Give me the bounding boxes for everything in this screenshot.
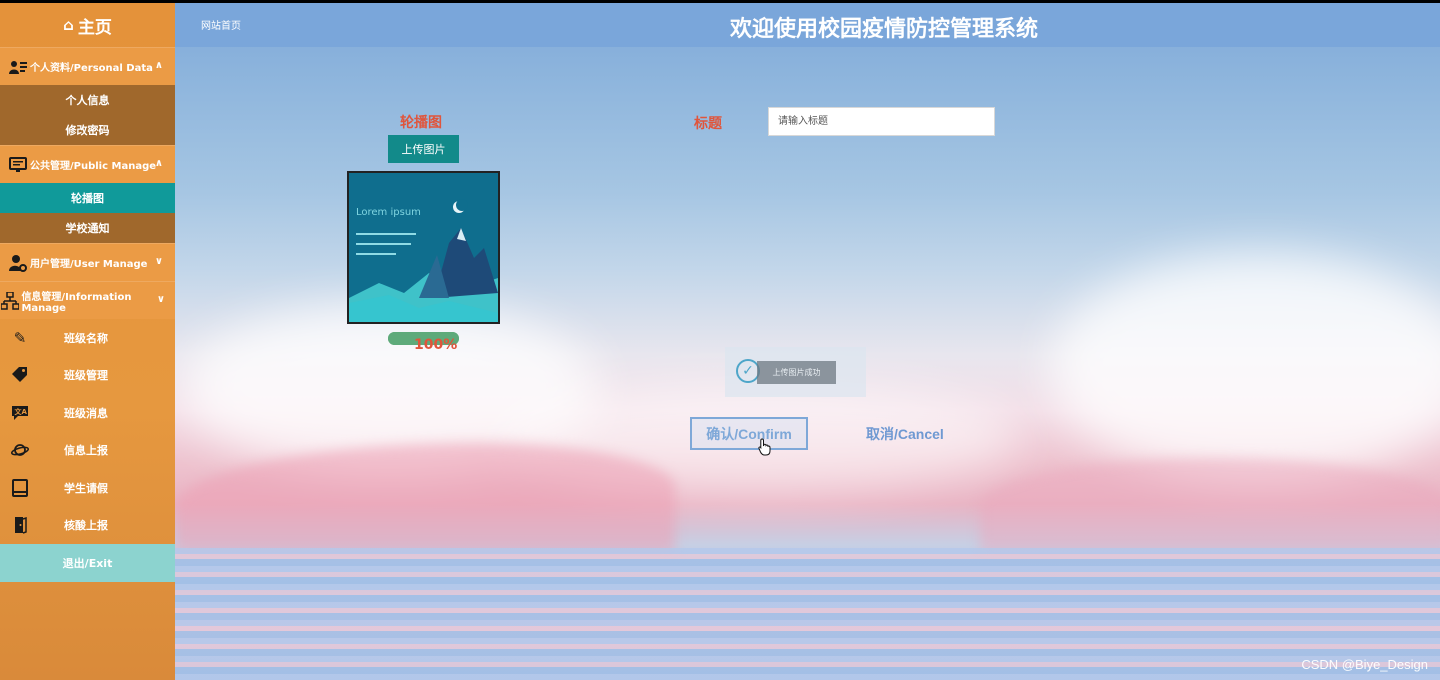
sidebar-submenu-personal: 个人信息 修改密码 (0, 85, 175, 145)
sidebar-group-label: 用户管理/User Manage (30, 259, 148, 270)
sidebar-group-info[interactable]: 信息管理/Information Manage ∨ (0, 281, 175, 319)
upload-progress-text: 100% (414, 337, 458, 353)
mountain-illustration: Lorem ipsum (349, 173, 498, 322)
confirm-button[interactable]: 确认/Confirm (690, 417, 808, 450)
sidebar-item-info-report[interactable]: 信息上报 (0, 432, 175, 470)
title-input[interactable] (768, 107, 995, 136)
translate-message-icon: 文A (10, 403, 30, 423)
chevron-down-icon: ∨ (156, 294, 165, 305)
pink-hill (175, 443, 675, 553)
header: 网站首页 欢迎使用校园疫情防控管理系统 (175, 3, 1440, 47)
upload-image-button[interactable]: 上传图片 (388, 135, 459, 163)
breadcrumb-home-link[interactable]: 网站首页 (201, 17, 241, 32)
sidebar-item-class-manage[interactable]: 班级管理 (0, 357, 175, 395)
cancel-button[interactable]: 取消/Cancel (866, 424, 944, 444)
pink-hill (980, 458, 1440, 553)
sidebar-item-label: 信息上报 (64, 444, 108, 458)
id-card-icon (8, 57, 28, 77)
water-reflection (175, 548, 1440, 680)
carousel-preview-image[interactable]: Lorem ipsum (347, 171, 500, 324)
sidebar-item-change-password[interactable]: 修改密码 (0, 115, 175, 145)
chevron-up-icon: ∧ (154, 158, 163, 169)
sidebar-item-nucleic-report[interactable]: 核酸上报 (0, 507, 175, 545)
page-title: 欢迎使用校园疫情防控管理系统 (730, 17, 1039, 42)
hand-cursor-icon (758, 438, 772, 460)
sidebar-group-label: 公共管理/Public Manage (30, 161, 157, 172)
toast-message: 上传图片成功 (757, 361, 836, 384)
monitor-icon (8, 155, 28, 175)
sidebar-group-label: 信息管理/Information Manage (21, 291, 132, 314)
sidebar-exit-button[interactable]: 退出/Exit (0, 544, 175, 582)
sidebar-item-label: 核酸上报 (64, 519, 108, 533)
sidebar-item-school-notice[interactable]: 学校通知 (0, 213, 175, 243)
home-icon: ⌂ (63, 16, 74, 34)
sidebar-group-user[interactable]: 用户管理/User Manage ∨ (0, 243, 175, 281)
title-label: 标题 (694, 116, 722, 132)
pencil-ruler-icon: ✎ (13, 328, 27, 347)
sidebar-item-label: 学生请假 (64, 481, 108, 495)
sidebar-item-student-leave[interactable]: 学生请假 (0, 469, 175, 507)
carousel-label: 轮播图 (400, 115, 442, 131)
sidebar-item-label: 班级管理 (64, 369, 108, 383)
user-gear-icon (8, 253, 28, 273)
sidebar-home-label: 主页 (77, 17, 112, 38)
planet-icon (10, 440, 30, 460)
chevron-up-icon: ∧ (154, 60, 163, 71)
sidebar-item-class-name[interactable]: ✎ 班级名称 (0, 319, 175, 357)
sidebar-group-label: 个人资料/Personal Data (30, 63, 153, 74)
chevron-down-icon: ∨ (154, 256, 163, 267)
cloud (1050, 253, 1440, 483)
watermark: CSDN @Biye_Design (1301, 657, 1428, 672)
book-icon (10, 478, 30, 498)
sidebar-item-personal-info[interactable]: 个人信息 (0, 85, 175, 115)
sidebar-group-personal[interactable]: 个人资料/Personal Data ∧ (0, 47, 175, 85)
svg-text:文A: 文A (15, 407, 28, 416)
background (0, 3, 1440, 680)
sidebar-item-label: 班级消息 (64, 406, 108, 420)
sidebar-item-carousel[interactable]: 轮播图 (0, 183, 175, 213)
sidebar-submenu-public: 轮播图 学校通知 (0, 183, 175, 243)
sitemap-icon (0, 291, 19, 311)
sidebar-item-label: 班级名称 (64, 331, 108, 345)
sidebar: ⌂ 主页 个人资料/Personal Data ∧ 个人信息 修改密码 公共管理… (0, 3, 175, 680)
sidebar-item-class-message[interactable]: 文A 班级消息 (0, 394, 175, 432)
tags-icon (10, 365, 30, 385)
door-icon (10, 515, 30, 535)
sidebar-home[interactable]: ⌂ 主页 (0, 3, 175, 47)
sidebar-group-public[interactable]: 公共管理/Public Manage ∧ (0, 145, 175, 183)
preview-text: Lorem ipsum (356, 207, 421, 218)
